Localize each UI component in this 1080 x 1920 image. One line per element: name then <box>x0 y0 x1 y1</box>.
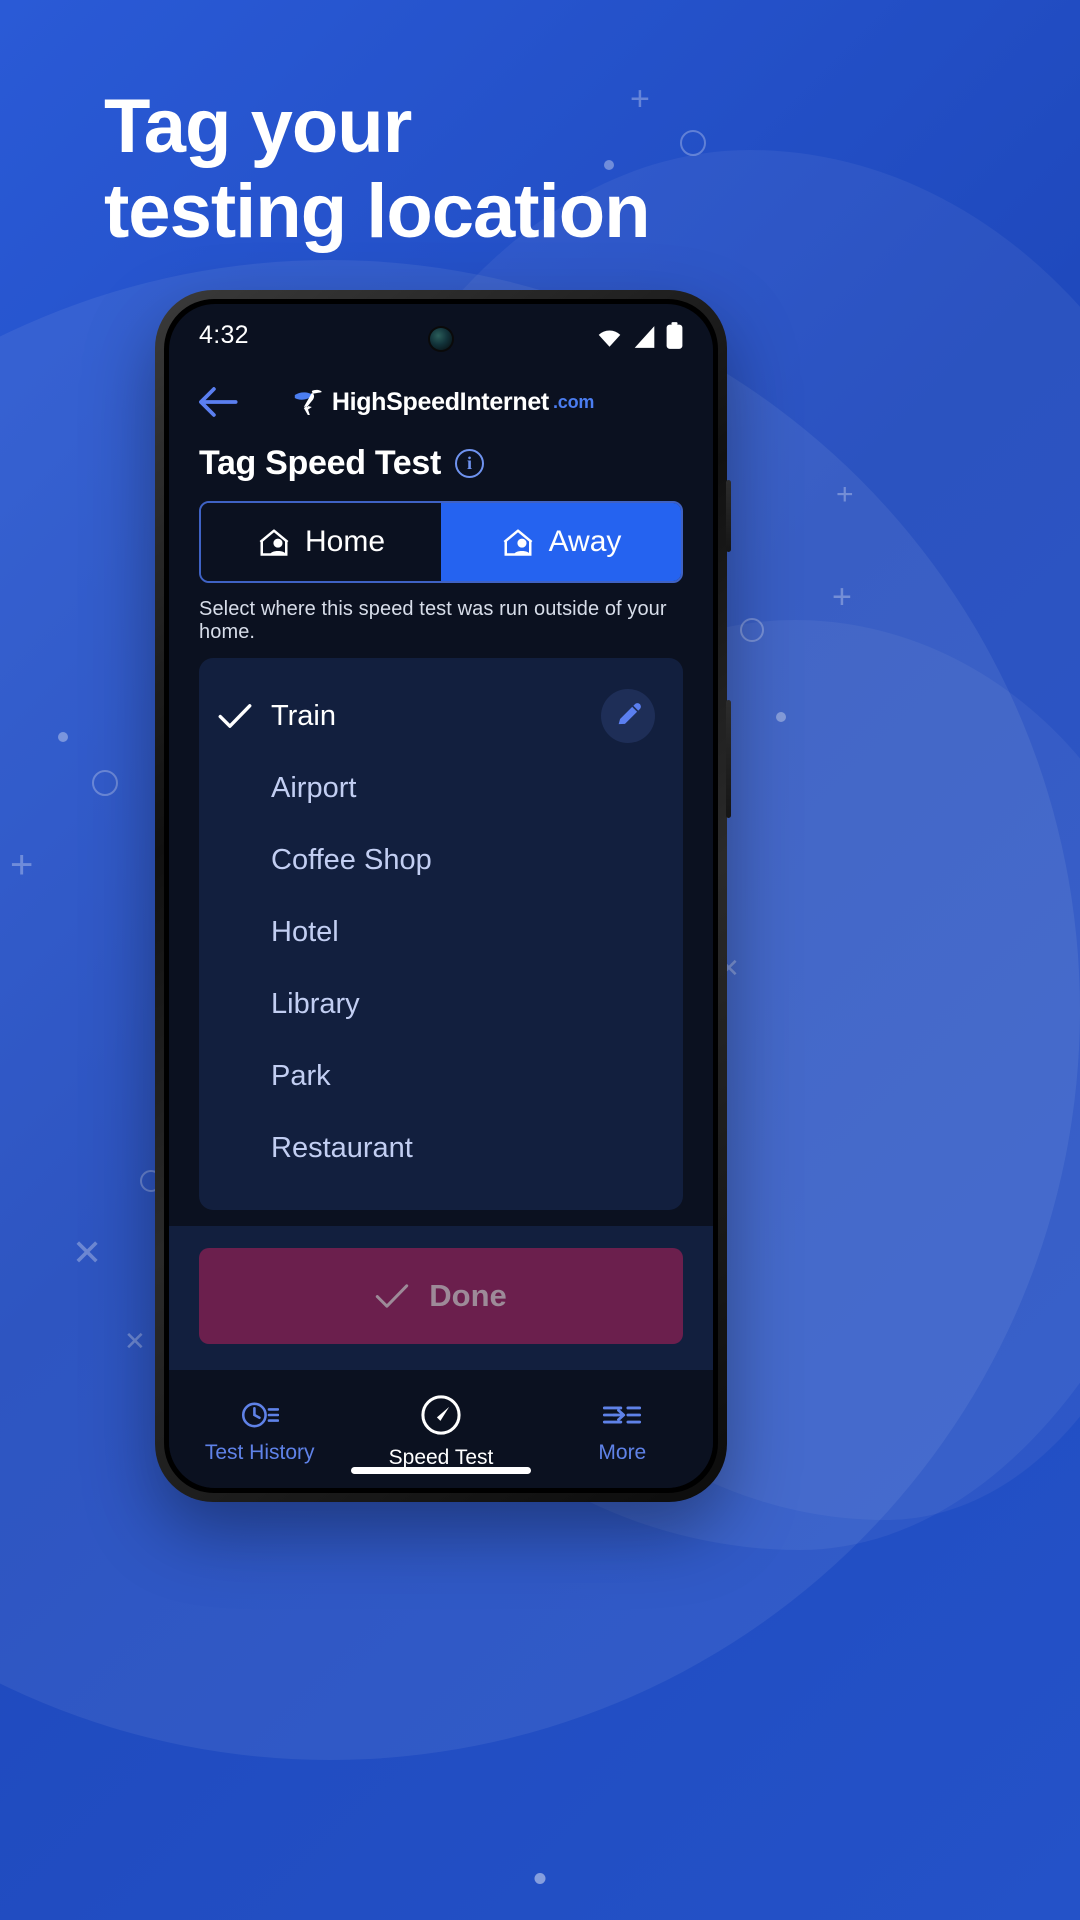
home-person-icon <box>259 529 289 556</box>
plus-icon: + <box>10 843 34 887</box>
helper-text: Select where this speed test was run out… <box>199 598 667 643</box>
phone-power-button <box>726 700 731 818</box>
circle-outline-icon <box>680 130 706 156</box>
promo-headline: Tag your testing location <box>104 84 651 255</box>
wifi-icon <box>598 330 621 347</box>
phone-volume-button <box>726 480 731 552</box>
location-type-toggle: Home Away <box>199 501 683 583</box>
list-item-label: Coffee Shop <box>271 843 432 876</box>
list-item-label: Park <box>271 1059 331 1092</box>
plus-icon: + <box>836 478 854 511</box>
location-options-card: Train Airport Coffee Shop Hotel Library … <box>199 658 683 1210</box>
list-item[interactable]: Coffee Shop <box>199 824 683 896</box>
battery-icon <box>666 321 683 349</box>
cellular-signal-icon <box>634 325 655 348</box>
toggle-option-away[interactable]: Away <box>441 503 681 581</box>
brand-name: HighSpeedInternet <box>331 387 549 416</box>
brand-logo: HighSpeedInternet .com <box>288 382 594 422</box>
info-icon[interactable]: i <box>455 449 485 478</box>
nav-item-speed-test[interactable]: Speed Test <box>350 1394 531 1470</box>
toggle-option-away-label: Away <box>548 525 622 558</box>
list-item-label: Restaurant <box>271 1131 413 1164</box>
done-button-bar: Done <box>169 1226 713 1370</box>
arrow-left-icon <box>199 387 238 417</box>
home-person-icon <box>503 529 532 556</box>
status-bar: 4:32 <box>169 304 713 366</box>
phone-screen: 4:32 HighSpeedInternet .com Tag Speed Te… <box>169 304 713 1488</box>
list-item-label: Library <box>271 987 360 1020</box>
close-icon: ✕ <box>124 1326 146 1356</box>
list-item[interactable]: Train <box>199 680 683 752</box>
circle-outline-icon <box>92 770 118 796</box>
toggle-option-home[interactable]: Home <box>201 503 441 581</box>
nav-item-more[interactable]: More <box>532 1399 713 1465</box>
done-button-label: Done <box>429 1278 507 1313</box>
history-clock-icon <box>241 1402 279 1428</box>
list-item[interactable]: Park <box>199 1040 683 1112</box>
toggle-option-home-label: Home <box>304 525 386 558</box>
nav-item-label: Test History <box>204 1441 315 1464</box>
front-camera <box>430 328 452 350</box>
list-item[interactable]: Library <box>199 968 683 1040</box>
circle-outline-icon <box>740 618 764 642</box>
speedometer-icon <box>421 1395 461 1435</box>
done-button[interactable]: Done <box>199 1248 683 1344</box>
dot-icon <box>58 732 68 742</box>
nav-item-test-history[interactable]: Test History <box>169 1399 350 1465</box>
check-icon <box>199 702 271 730</box>
nav-item-label: More <box>598 1441 647 1464</box>
phone-bezel: 4:32 HighSpeedInternet .com Tag Speed Te… <box>164 299 718 1493</box>
edit-pencil-button[interactable] <box>601 689 655 743</box>
check-icon <box>376 1284 409 1308</box>
dot-icon <box>534 1873 546 1884</box>
app-header: HighSpeedInternet .com <box>169 366 713 438</box>
status-bar-time: 4:32 <box>199 320 249 349</box>
phone-mockup: 4:32 HighSpeedInternet .com Tag Speed Te… <box>155 290 731 1502</box>
list-item-label: Hotel <box>271 915 339 948</box>
close-icon: ✕ <box>72 1232 103 1273</box>
list-item[interactable]: Hotel <box>199 896 683 968</box>
pencil-icon <box>618 703 641 725</box>
hummingbird-logo-icon <box>294 389 322 415</box>
list-item[interactable]: Restaurant <box>199 1112 683 1184</box>
dot-icon <box>776 712 786 722</box>
list-item-label: Train <box>271 699 336 732</box>
more-list-icon <box>603 1406 642 1424</box>
list-item[interactable]: Airport <box>199 752 683 824</box>
page-title-row: Tag Speed Test i <box>169 438 713 501</box>
list-item-label: Airport <box>271 771 357 804</box>
brand-suffix: .com <box>552 391 595 412</box>
back-button[interactable] <box>195 379 241 425</box>
status-bar-icons <box>596 321 683 349</box>
home-indicator <box>351 1467 531 1474</box>
plus-icon: + <box>832 578 852 616</box>
page-title: Tag Speed Test <box>199 444 442 482</box>
